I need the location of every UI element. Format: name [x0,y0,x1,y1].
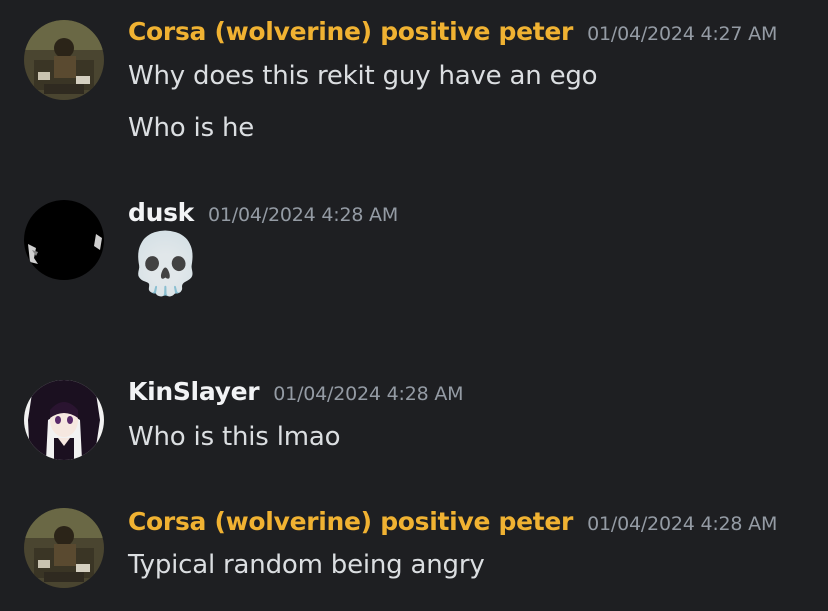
message-text: Who is he [128,113,255,143]
timestamp: 01/04/2024 4:28 AM [208,204,399,226]
message-text: Typical random being angry [128,550,485,580]
username[interactable]: KinSlayer [128,377,260,406]
avatar[interactable] [24,380,104,460]
message-group: dusk 01/04/2024 4:28 AM 💀 [0,190,828,340]
timestamp: 01/04/2024 4:27 AM [587,23,778,45]
message-header: Corsa (wolverine) positive peter 01/04/20… [128,17,777,46]
avatar[interactable] [24,200,104,280]
message-header: KinSlayer 01/04/2024 4:28 AM [128,377,464,406]
avatar[interactable] [24,508,104,588]
username[interactable]: Corsa (wolverine) positive peter [128,507,573,536]
timestamp: 01/04/2024 4:28 AM [273,383,464,405]
message-text: Why does this rekit guy have an ego [128,61,598,91]
message-group: Corsa (wolverine) positive peter 01/04/20… [0,490,828,611]
message-group: Corsa (wolverine) positive peter 01/04/20… [0,0,828,170]
message-header: Corsa (wolverine) positive peter 01/04/20… [128,507,777,536]
timestamp: 01/04/2024 4:28 AM [587,513,778,535]
skull-emoji: 💀 [128,229,203,299]
username[interactable]: Corsa (wolverine) positive peter [128,17,573,46]
message-text: Who is this lmao [128,422,341,452]
avatar[interactable] [24,20,104,100]
message-group: KinSlayer 01/04/2024 4:28 AM Who is this … [0,360,828,480]
message-header: dusk 01/04/2024 4:28 AM [128,198,398,227]
username[interactable]: dusk [128,198,194,227]
